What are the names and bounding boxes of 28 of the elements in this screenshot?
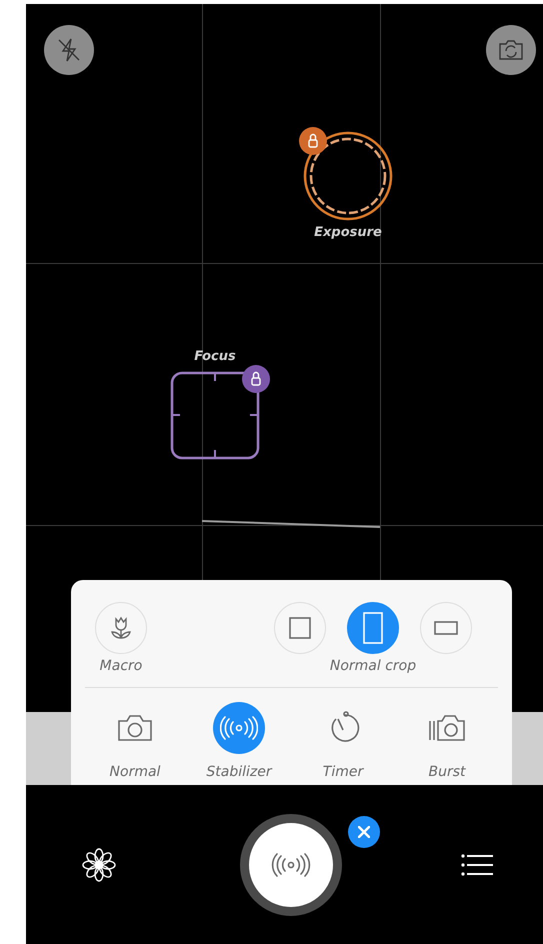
crop-label: Normal crop xyxy=(330,658,416,674)
focus-label: Focus xyxy=(194,349,236,364)
signal-waves-icon xyxy=(220,715,258,741)
mode-button[interactable]: Normal xyxy=(83,702,187,780)
menu-icon[interactable] xyxy=(460,852,492,876)
flash-off-icon xyxy=(56,37,82,63)
exposure-label: Exposure xyxy=(314,225,382,240)
switch-camera-button[interactable] xyxy=(486,25,536,75)
wide-crop-icon xyxy=(434,621,458,635)
signal-waves-icon xyxy=(271,852,311,878)
macro-button[interactable] xyxy=(95,602,147,654)
square-crop-icon xyxy=(289,617,311,639)
burst-camera-icon xyxy=(427,713,467,743)
camera-icon xyxy=(117,714,153,742)
camera-rotate-icon xyxy=(498,39,524,61)
tulip-icon xyxy=(110,616,132,640)
mode-button[interactable]: Burst xyxy=(395,702,499,780)
exposure-reticle[interactable] xyxy=(304,132,392,220)
flower-icon[interactable] xyxy=(81,846,117,882)
mode-button[interactable]: Stabilizer xyxy=(187,702,291,780)
flash-button[interactable] xyxy=(44,25,94,75)
crop-button[interactable] xyxy=(347,602,399,654)
focus-reticle[interactable] xyxy=(170,372,260,460)
mode-button[interactable]: Timer xyxy=(291,702,395,780)
close-button[interactable] xyxy=(348,816,380,848)
close-icon xyxy=(358,826,370,838)
portrait-crop-icon xyxy=(363,612,383,644)
macro-label: Macro xyxy=(100,658,142,674)
